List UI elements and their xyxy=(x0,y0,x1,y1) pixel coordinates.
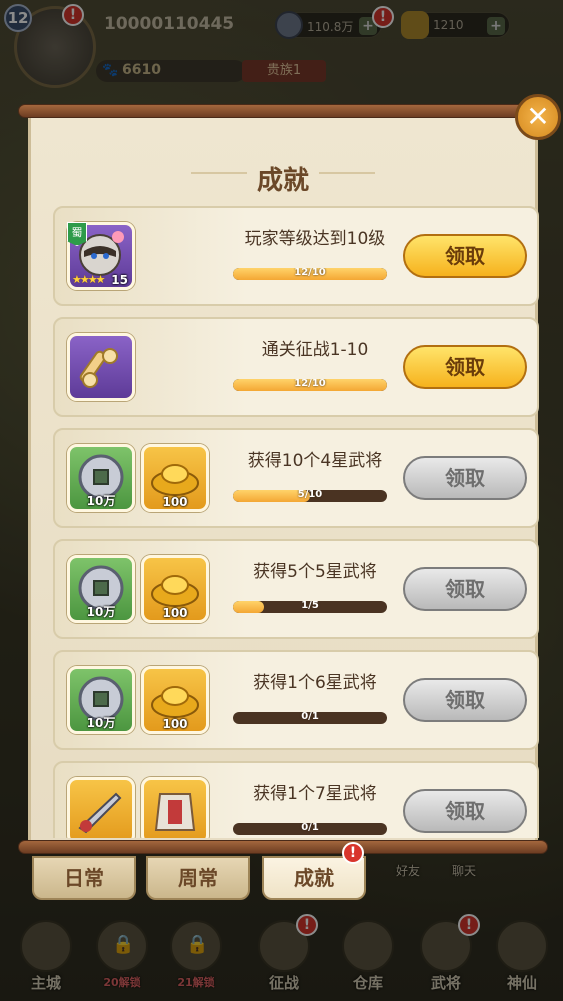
reward-count: 10万 xyxy=(86,605,116,619)
achievement-dialog: 成就 蜀 ★★★★ 15 玩家等级达到10级 12/10 领取 通关征战1-10 12/10 领… xyxy=(18,94,561,854)
claim-button[interactable]: 领取 xyxy=(403,567,527,611)
progress-bar: 12/10 xyxy=(233,379,387,391)
achievement-alert-icon: ! xyxy=(342,842,364,864)
reward-slot[interactable]: 10万 xyxy=(67,666,135,734)
reward-count: 100 xyxy=(162,606,188,620)
claim-button[interactable]: 领取 xyxy=(403,345,527,389)
tab-weekly[interactable]: 周常 xyxy=(146,856,250,900)
reward-count: 10万 xyxy=(86,716,116,730)
reward-count: 15 xyxy=(111,273,128,287)
achievement-task: 获得5个5星武将 xyxy=(253,562,377,582)
reward-slot[interactable]: 10万 xyxy=(67,555,135,623)
progress-text: 0/1 xyxy=(301,712,319,722)
achievement-row: 蜀 ★★★★ 15 玩家等级达到10级 12/10 领取 xyxy=(53,206,539,306)
reward-slot[interactable] xyxy=(67,777,135,838)
achievement-row: 通关征战1-10 12/10 领取 xyxy=(53,317,539,417)
reward-slot[interactable]: 100 xyxy=(141,555,209,623)
achievement-task: 获得1个7星武将 xyxy=(253,784,377,804)
achievement-task: 获得1个6星武将 xyxy=(253,673,377,693)
reward-slot[interactable] xyxy=(67,333,135,401)
achievement-row: 10万 100 获得5个5星武将 1/5 领取 xyxy=(53,539,539,639)
scroll-rod-top xyxy=(18,104,548,118)
reward-count: 100 xyxy=(162,495,188,509)
reward-slot[interactable]: 100 xyxy=(141,666,209,734)
progress-bar: 1/5 xyxy=(233,601,387,613)
reward-slot[interactable]: 10万 xyxy=(67,444,135,512)
achievement-row: 10万 100 获得10个4星武将 5/10 领取 xyxy=(53,428,539,528)
achievement-row: 10万 100 获得1个6星武将 0/1 领取 xyxy=(53,650,539,750)
progress-bar: 12/10 xyxy=(233,268,387,280)
achievement-list[interactable]: 蜀 ★★★★ 15 玩家等级达到10级 12/10 领取 通关征战1-10 12/10 领取 10… xyxy=(53,206,539,838)
claim-button[interactable]: 领取 xyxy=(403,789,527,833)
close-icon: ✕ xyxy=(526,100,550,133)
progress-bar: 0/1 xyxy=(233,823,387,835)
claim-button[interactable]: 领取 xyxy=(403,234,527,278)
achievement-row: 获得1个7星武将 0/1 领取 xyxy=(53,761,539,838)
claim-button[interactable]: 领取 xyxy=(403,678,527,722)
progress-bar: 0/1 xyxy=(233,712,387,724)
title-ornament-right xyxy=(319,172,375,174)
progress-text: 0/1 xyxy=(301,823,319,833)
progress-text: 12/10 xyxy=(294,379,326,389)
reward-slot[interactable]: 100 xyxy=(141,444,209,512)
progress-bar: 5/10 xyxy=(233,490,387,502)
dialog-panel: 成就 蜀 ★★★★ 15 玩家等级达到10级 12/10 领取 通关征战1-10 12/10 领… xyxy=(28,114,539,842)
close-button[interactable]: ✕ xyxy=(515,94,561,140)
faction-badge: 蜀 xyxy=(67,222,87,246)
progress-text: 5/10 xyxy=(297,490,323,500)
achievement-task: 通关征战1-10 xyxy=(261,340,369,360)
claim-button[interactable]: 领取 xyxy=(403,456,527,500)
scroll-rod-bottom xyxy=(18,840,548,854)
dialog-title: 成就 xyxy=(256,166,309,196)
reward-slot[interactable]: 蜀 ★★★★ 15 xyxy=(67,222,135,290)
reward-count: 10万 xyxy=(86,494,116,508)
achievement-task: 玩家等级达到10级 xyxy=(244,229,386,249)
reward-slot[interactable] xyxy=(141,777,209,838)
progress-text: 1/5 xyxy=(301,601,319,611)
dialog-tabs: 日常 周常 成就 ! xyxy=(30,842,550,906)
progress-text: 12/10 xyxy=(294,268,326,278)
achievement-task: 获得10个4星武将 xyxy=(247,451,383,471)
reward-count: 100 xyxy=(162,717,188,731)
tab-daily[interactable]: 日常 xyxy=(32,856,136,900)
